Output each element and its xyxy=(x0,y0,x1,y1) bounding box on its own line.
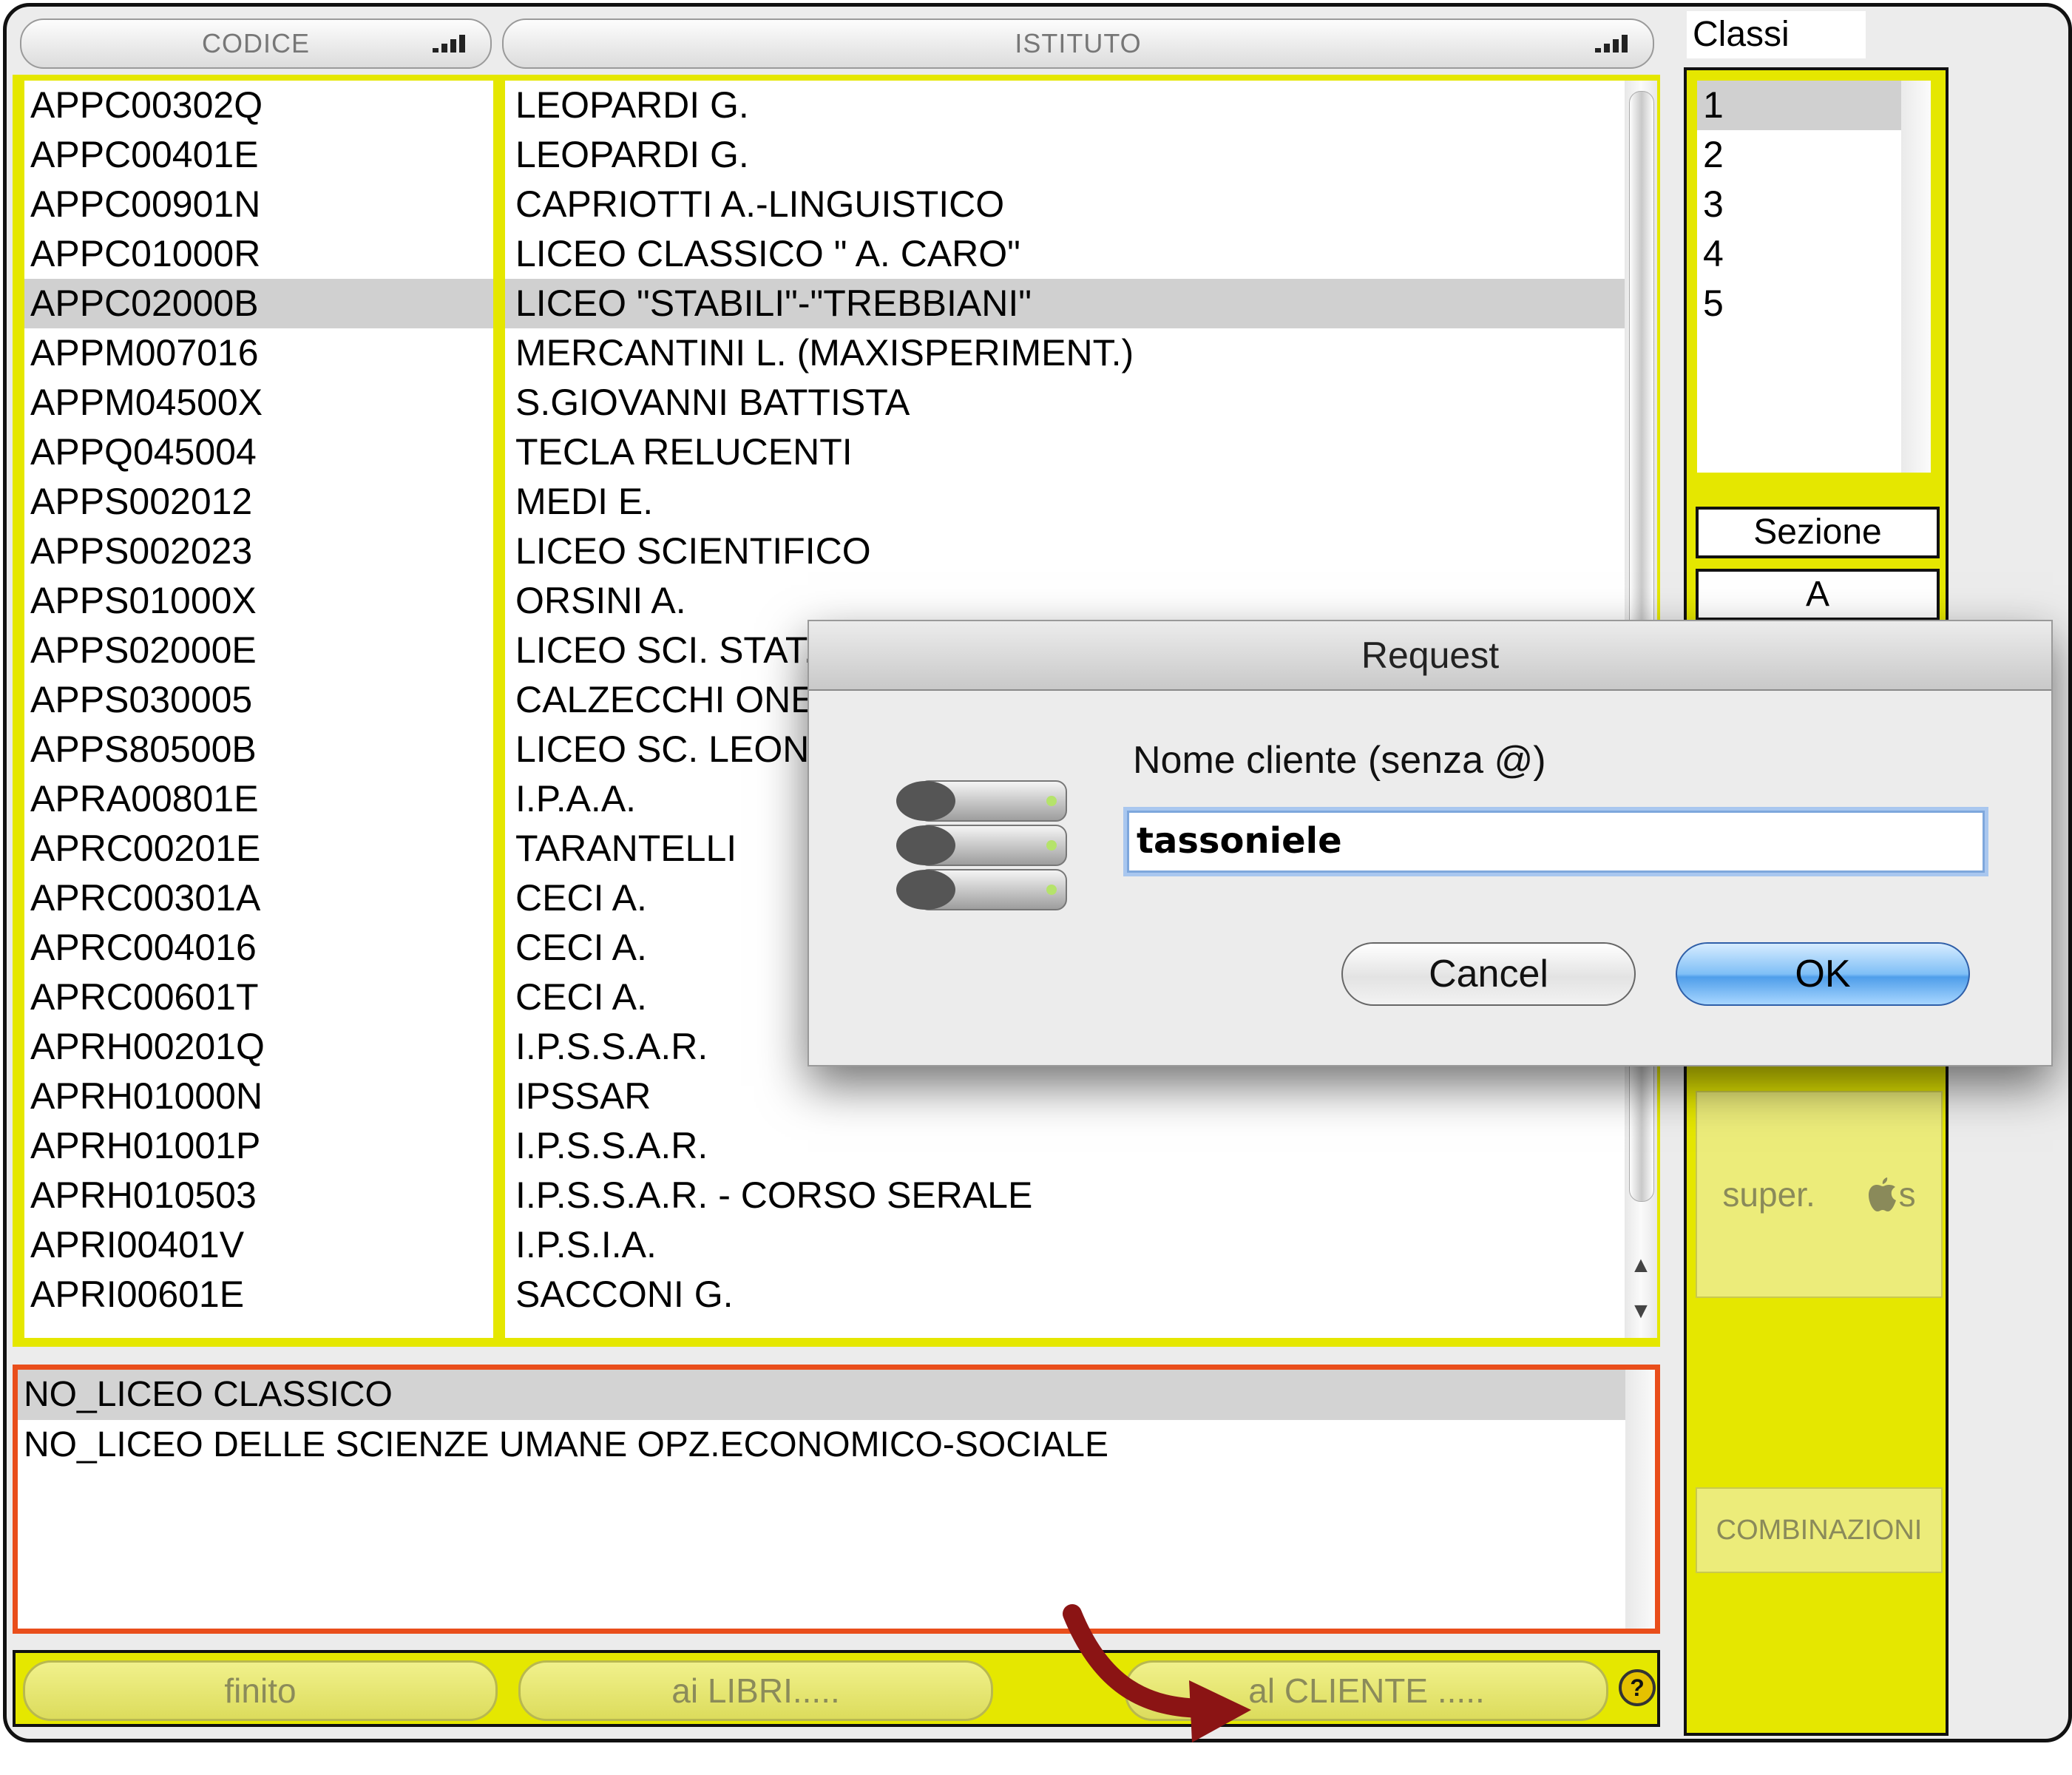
sezione-field[interactable]: A xyxy=(1696,569,1940,621)
list-row-istituto[interactable]: LICEO SCIENTIFICO xyxy=(505,527,1625,576)
dialog-prompt: Nome cliente (senza @) xyxy=(1133,739,1546,782)
list-row-code[interactable]: APPS030005 xyxy=(24,675,493,725)
super-button[interactable]: super. s xyxy=(1696,1091,1943,1298)
classi-item[interactable]: 2 xyxy=(1697,130,1901,180)
codice-column: APPC00302Q APPC00401E APPC00901N APPC01000R… xyxy=(24,81,493,1338)
list-row-code[interactable]: APPS002012 xyxy=(24,477,493,527)
list-row-code[interactable]: APRI00401V xyxy=(24,1220,493,1270)
scroll-up-arrow-icon[interactable]: ▲ xyxy=(1625,1242,1657,1289)
scroll-down-arrow-icon[interactable]: ▼ xyxy=(1625,1288,1657,1335)
classi-item[interactable]: 4 xyxy=(1697,229,1901,279)
list-row-istituto[interactable]: MERCANTINI L. (MAXISPERIMENT.) xyxy=(505,328,1625,378)
list-row-istituto[interactable]: CAPRIOTTI A.-LINGUISTICO xyxy=(505,180,1625,229)
apple-icon: s xyxy=(1866,1174,1916,1214)
sezione-label: Sezione xyxy=(1696,507,1940,558)
list-row-code[interactable]: APRC00301A xyxy=(24,873,493,923)
list-row-istituto[interactable]: SACCONI G. xyxy=(505,1270,1625,1319)
list-row-istituto[interactable]: I.P.S.I.A. xyxy=(505,1220,1625,1270)
indirizzo-item[interactable]: NO_LICEO DELLE SCIENZE UMANE OPZ.ECONOMI… xyxy=(18,1420,1636,1470)
bottom-toolbar: finito ai LIBRI..... al CLIENTE ..... ? xyxy=(13,1650,1660,1727)
server-icon xyxy=(896,780,1067,910)
cancel-button[interactable]: Cancel xyxy=(1341,942,1636,1006)
super-label: super. xyxy=(1722,1175,1815,1214)
list-row-code[interactable]: APRC00601T xyxy=(24,973,493,1022)
list-row-istituto[interactable]: I.P.S.S.A.R. xyxy=(505,1121,1625,1171)
list-row-code[interactable]: APRH00201Q xyxy=(24,1022,493,1072)
list-row-code[interactable]: APRH01000N xyxy=(24,1072,493,1121)
combinazioni-button[interactable]: COMBINAZIONI xyxy=(1696,1487,1943,1573)
list-row-code[interactable]: APPS80500B xyxy=(24,725,493,774)
client-name-input[interactable]: tassoniele xyxy=(1127,811,1985,873)
list-row-code[interactable]: APRH010503 xyxy=(24,1171,493,1220)
list-row-istituto[interactable]: MEDI E. xyxy=(505,477,1625,527)
super-suffix: s xyxy=(1898,1175,1916,1214)
list-row-istituto[interactable]: S.GIOVANNI BATTISTA xyxy=(505,378,1625,427)
list-row-code[interactable]: APPS02000E xyxy=(24,626,493,675)
list-row-code[interactable]: APPC00401E xyxy=(24,130,493,180)
classi-item[interactable]: 3 xyxy=(1697,180,1901,229)
request-dialog: Request Nome cliente (senza @) tassoniel… xyxy=(808,620,2053,1066)
sort-icon xyxy=(1595,35,1628,53)
istituto-column-header[interactable]: ISTITUTO xyxy=(502,18,1654,69)
list-row-istituto[interactable]: LEOPARDI G. xyxy=(505,81,1625,130)
list-row-istituto[interactable]: LICEO CLASSICO " A. CARO" xyxy=(505,229,1625,279)
list-row-code[interactable]: APRA00801E xyxy=(24,774,493,824)
list-row-code[interactable]: APRI00601E xyxy=(24,1270,493,1319)
indirizzi-scrollbar[interactable] xyxy=(1625,1370,1655,1629)
indirizzo-item[interactable]: NO_LICEO CLASSICO xyxy=(18,1370,1636,1420)
list-row-istituto[interactable]: I.P.S.S.A.R. - CORSO SERALE xyxy=(505,1171,1625,1220)
istituto-header-label: ISTITUTO xyxy=(1015,28,1142,58)
help-icon[interactable]: ? xyxy=(1619,1669,1656,1706)
classi-scrollbar[interactable] xyxy=(1901,81,1931,473)
list-row-code[interactable]: APPM007016 xyxy=(24,328,493,378)
list-row-code[interactable]: APPS01000X xyxy=(24,576,493,626)
list-row-code[interactable]: APRC004016 xyxy=(24,923,493,973)
list-row-code[interactable]: APRC00201E xyxy=(24,824,493,873)
list-row-code[interactable]: APPS002023 xyxy=(24,527,493,576)
ai-libri-button[interactable]: ai LIBRI..... xyxy=(518,1660,993,1721)
list-row-code[interactable]: APRH01001P xyxy=(24,1121,493,1171)
sort-icon xyxy=(433,35,465,53)
classi-item[interactable]: 1 xyxy=(1697,81,1901,130)
classi-item[interactable]: 5 xyxy=(1697,279,1901,328)
list-row-istituto[interactable]: TECLA RELUCENTI xyxy=(505,427,1625,477)
list-row-istituto[interactable]: LEOPARDI G. xyxy=(505,130,1625,180)
list-row-istituto[interactable]: LICEO "STABILI"-"TREBBIANI" xyxy=(505,279,1625,328)
classi-list: 12345 xyxy=(1697,81,1901,473)
finito-button[interactable]: finito xyxy=(23,1660,498,1721)
list-row-code[interactable]: APPC00901N xyxy=(24,180,493,229)
annotation-arrow-icon xyxy=(1063,1604,1251,1742)
list-row-code[interactable]: APPC00302Q xyxy=(24,81,493,130)
list-row-code[interactable]: APPC02000B xyxy=(24,279,493,328)
codice-column-header[interactable]: CODICE xyxy=(20,18,492,69)
ok-button[interactable]: OK xyxy=(1676,942,1970,1006)
classi-title: Classi xyxy=(1687,11,1866,58)
indirizzi-list: NO_LICEO CLASSICO NO_LICEO DELLE SCIENZE … xyxy=(13,1365,1660,1634)
codice-header-label: CODICE xyxy=(201,28,310,58)
list-row-code[interactable]: APPQ045004 xyxy=(24,427,493,477)
list-row-code[interactable]: APPC01000R xyxy=(24,229,493,279)
list-row-istituto[interactable]: ORSINI A. xyxy=(505,576,1625,626)
list-row-istituto[interactable]: IPSSAR xyxy=(505,1072,1625,1121)
dialog-title: Request xyxy=(809,621,2051,691)
list-row-code[interactable]: APPM04500X xyxy=(24,378,493,427)
